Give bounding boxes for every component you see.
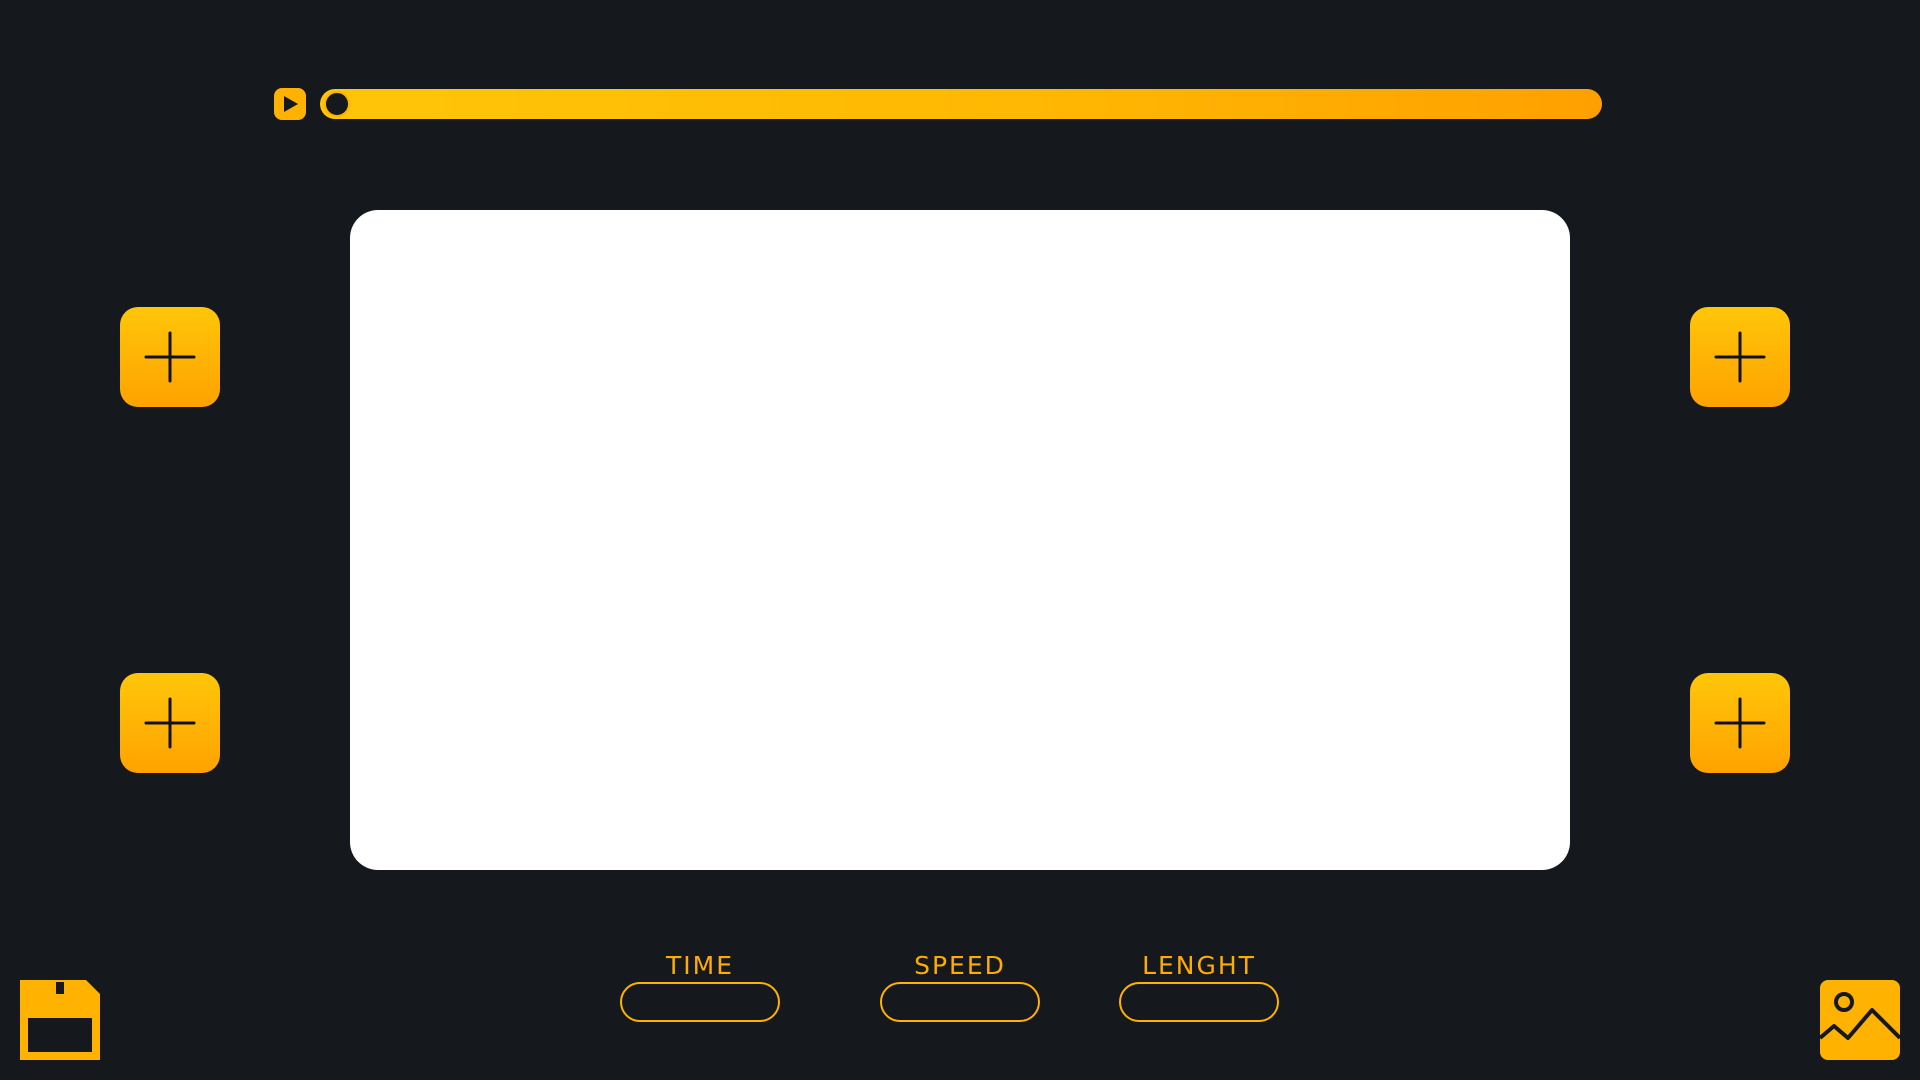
floppy-disk-icon	[20, 980, 100, 1060]
time-field-group: TIME	[620, 950, 780, 1022]
time-input[interactable]	[620, 982, 780, 1022]
add-button-bottom-right[interactable]	[1690, 673, 1790, 773]
speed-input[interactable]	[880, 982, 1040, 1022]
plus-icon	[1714, 331, 1766, 383]
time-label: TIME	[665, 951, 734, 980]
editor-screen: TIME SPEED LENGHT	[0, 0, 1920, 1080]
play-icon	[284, 96, 298, 112]
progress-bar[interactable]	[320, 89, 1602, 119]
add-button-top-left[interactable]	[120, 307, 220, 407]
speed-label: SPEED	[914, 951, 1006, 980]
save-button[interactable]	[20, 980, 100, 1060]
play-button[interactable]	[274, 88, 306, 120]
image-icon	[1818, 980, 1902, 1060]
length-label: LENGHT	[1142, 951, 1256, 980]
progress-knob[interactable]	[324, 91, 350, 117]
add-button-bottom-left[interactable]	[120, 673, 220, 773]
speed-field-group: SPEED	[880, 950, 1040, 1022]
length-input[interactable]	[1119, 982, 1279, 1022]
length-field-group: LENGHT	[1119, 950, 1279, 1022]
plus-icon	[1714, 697, 1766, 749]
image-button[interactable]	[1818, 980, 1902, 1060]
add-button-top-right[interactable]	[1690, 307, 1790, 407]
preview-canvas[interactable]	[350, 210, 1570, 870]
plus-icon	[144, 331, 196, 383]
plus-icon	[144, 697, 196, 749]
